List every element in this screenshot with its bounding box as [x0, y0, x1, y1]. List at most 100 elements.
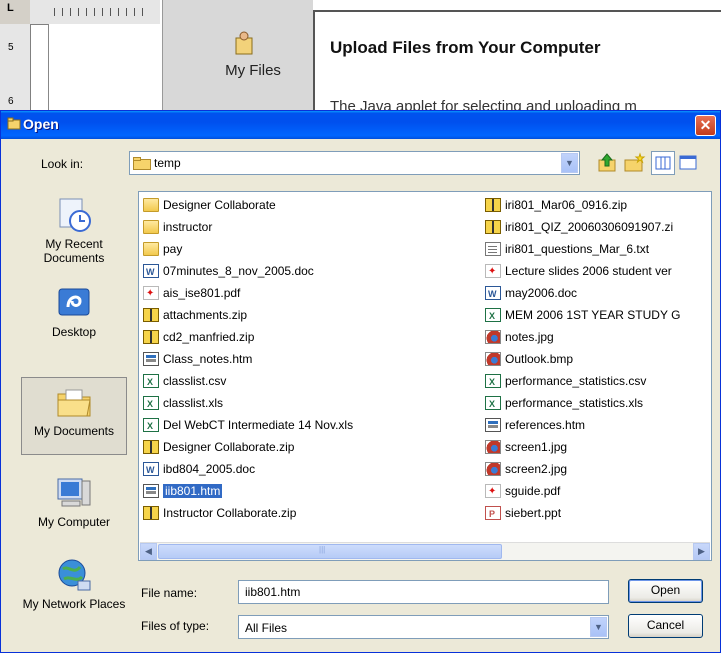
file-item[interactable]: iri801_questions_Mar_6.txt	[485, 238, 711, 260]
place-my-network-places[interactable]: My Network Places	[21, 551, 127, 641]
file-item[interactable]: 07minutes_8_nov_2005.doc	[143, 260, 481, 283]
img-file-icon	[485, 330, 501, 344]
file-name: Outlook.bmp	[505, 352, 574, 366]
file-item[interactable]: Instructor Collaborate.zip	[143, 502, 481, 524]
cancel-button[interactable]: Cancel	[628, 614, 703, 638]
file-item[interactable]: performance_statistics.xls	[485, 392, 711, 415]
scroll-left-icon[interactable]: ◀	[140, 543, 157, 560]
file-item[interactable]: ibd804_2005.doc	[143, 458, 481, 481]
file-item[interactable]: Lecture slides 2006 student ver	[485, 260, 711, 283]
ruler-corner-glyph: L	[7, 2, 14, 14]
file-item[interactable]: Outlook.bmp	[485, 348, 711, 370]
place-my-computer[interactable]: My Computer	[21, 469, 127, 547]
pdf-file-icon	[485, 261, 501, 283]
place-my-recent-documents[interactable]: My Recent Documents	[21, 191, 127, 269]
img-file-icon	[485, 440, 501, 454]
chevron-down-icon[interactable]: ▼	[561, 153, 578, 173]
place-label: My Network Places	[22, 597, 126, 611]
file-name: pay	[163, 242, 183, 256]
dialog-titlebar[interactable]: Open ✕	[1, 111, 720, 139]
file-item[interactable]: Class_notes.htm	[143, 348, 481, 370]
file-item[interactable]: Designer Collaborate	[143, 194, 481, 216]
ppt-file-icon	[485, 503, 501, 525]
file-item[interactable]: ais_ise801.pdf	[143, 282, 481, 305]
my-files-label[interactable]: My Files	[205, 62, 301, 79]
file-name: iri801_questions_Mar_6.txt	[505, 242, 650, 256]
file-name: Del WebCT Intermediate 14 Nov.xls	[163, 418, 354, 432]
file-item[interactable]: iri801_Mar06_0916.zip	[485, 194, 711, 216]
files-of-type-label: Files of type:	[141, 619, 210, 633]
xls-file-icon	[143, 415, 159, 437]
place-label: My Recent Documents	[43, 237, 105, 265]
ruler-tab-selector[interactable]: L	[0, 0, 31, 24]
xls-file-icon	[485, 371, 501, 393]
chevron-down-icon[interactable]: ▼	[590, 617, 607, 637]
files-of-type-dropdown[interactable]: All Files ▼	[238, 615, 609, 639]
tools-menu-button[interactable]	[677, 151, 701, 175]
place-label: Desktop	[51, 325, 97, 339]
file-name: performance_statistics.csv	[505, 374, 647, 388]
file-item[interactable]: attachments.zip	[143, 304, 481, 326]
views-menu-button[interactable]	[651, 151, 675, 175]
open-button[interactable]: Open	[628, 579, 703, 603]
place-my-documents[interactable]: My Documents	[21, 377, 127, 455]
file-name: may2006.doc	[505, 286, 578, 300]
file-name: ais_ise801.pdf	[163, 286, 241, 300]
dialog-title: Open	[23, 116, 59, 132]
file-name: references.htm	[505, 418, 586, 432]
file-item[interactable]: iri801_QIZ_20060306091907.zi	[485, 216, 711, 238]
horizontal-scrollbar[interactable]: ◀ ▶	[140, 542, 710, 560]
file-item[interactable]: classlist.csv	[143, 370, 481, 393]
doc-file-icon	[143, 459, 159, 481]
new-folder-button[interactable]	[622, 151, 646, 175]
file-item[interactable]: MEM 2006 1ST YEAR STUDY G	[485, 304, 711, 327]
file-list-column: iri801_Mar06_0916.zip iri801_QIZ_20060306…	[485, 194, 711, 525]
file-name: Designer Collaborate	[163, 198, 276, 212]
ruler-mark: 6	[8, 96, 14, 107]
folder-icon	[143, 242, 159, 256]
file-item[interactable]: classlist.xls	[143, 392, 481, 415]
file-item[interactable]: Del WebCT Intermediate 14 Nov.xls	[143, 414, 481, 437]
file-item[interactable]: instructor	[143, 216, 481, 238]
place-desktop[interactable]: Desktop	[21, 279, 127, 357]
scroll-right-icon[interactable]: ▶	[693, 543, 710, 560]
file-item[interactable]: siebert.ppt	[485, 502, 711, 525]
my-documents-icon	[57, 389, 91, 417]
zip-file-icon	[143, 506, 159, 520]
file-item[interactable]: references.htm	[485, 414, 711, 436]
file-name: ibd804_2005.doc	[163, 462, 256, 476]
tools-icon	[679, 155, 697, 170]
file-item[interactable]: performance_statistics.csv	[485, 370, 711, 393]
file-item[interactable]: screen1.jpg	[485, 436, 711, 458]
folder-icon	[143, 220, 159, 234]
file-item[interactable]: Designer Collaborate.zip	[143, 436, 481, 458]
scrollbar-thumb[interactable]	[158, 544, 502, 559]
close-icon: ✕	[699, 117, 712, 133]
open-folder-icon	[7, 117, 21, 130]
file-list[interactable]: Designer Collaborate instructor pay 07minut…	[138, 191, 712, 561]
file-item[interactable]: iib801.htm	[143, 480, 481, 502]
xls-file-icon	[485, 305, 501, 327]
file-name: siebert.ppt	[505, 506, 562, 520]
files-of-type-value: All Files	[245, 621, 288, 635]
file-item[interactable]: may2006.doc	[485, 282, 711, 305]
up-one-level-button[interactable]	[595, 151, 619, 175]
doc-file-icon	[485, 283, 501, 305]
file-name-input[interactable]	[238, 580, 609, 604]
file-item[interactable]: screen2.jpg	[485, 458, 711, 480]
file-name-label: File name:	[141, 586, 198, 600]
zip-file-icon	[485, 220, 501, 234]
file-item[interactable]: notes.jpg	[485, 326, 711, 348]
file-item[interactable]: cd2_manfried.zip	[143, 326, 481, 348]
file-item[interactable]: sguide.pdf	[485, 480, 711, 503]
folder-icon	[143, 198, 159, 212]
file-name: classlist.xls	[163, 396, 224, 410]
xls-file-icon	[143, 393, 159, 415]
recent-documents-icon	[59, 198, 91, 232]
close-button[interactable]: ✕	[695, 115, 716, 136]
file-name: attachments.zip	[163, 308, 248, 322]
doc-file-icon	[143, 261, 159, 283]
look-in-dropdown[interactable]: temp ▼	[129, 151, 580, 175]
file-item[interactable]: pay	[143, 238, 481, 260]
my-files-icon[interactable]	[234, 30, 254, 56]
